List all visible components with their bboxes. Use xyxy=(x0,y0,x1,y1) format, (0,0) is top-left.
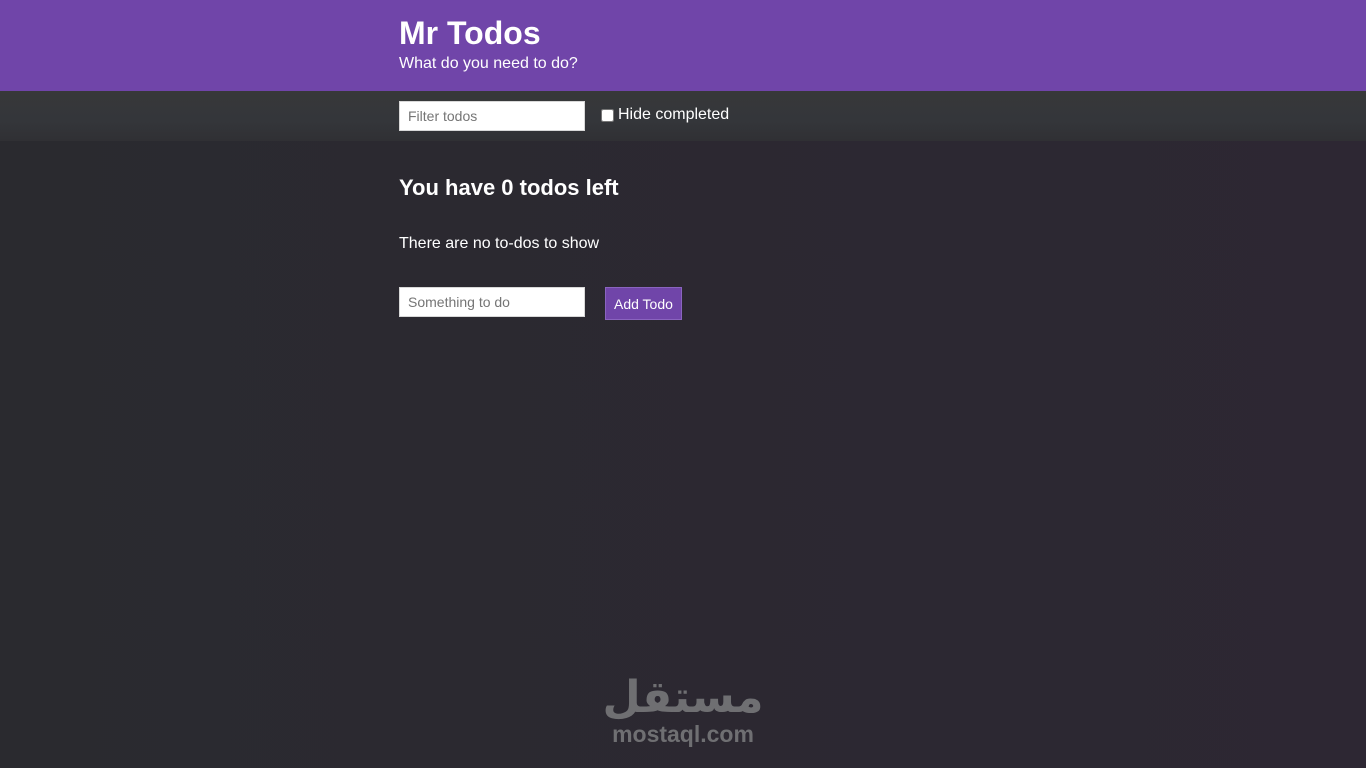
main-content: You have 0 todos left There are no to-do… xyxy=(0,175,1366,320)
hide-completed-checkbox[interactable] xyxy=(601,108,614,122)
page-subtitle: What do you need to do? xyxy=(399,55,578,72)
hide-completed-label: Hide completed xyxy=(618,106,730,123)
watermark-logo: مستقل mostaql.com xyxy=(600,672,766,746)
hide-completed-toggle[interactable]: Hide completed xyxy=(601,101,729,129)
empty-message: There are no to-dos to show xyxy=(399,235,600,252)
watermark-arabic-text: مستقل xyxy=(602,672,765,723)
watermark-site-text: mostaql.com xyxy=(612,721,754,747)
app-header: Mr Todos What do you need to do? xyxy=(0,0,1366,91)
todos-left-heading: You have 0 todos left xyxy=(399,175,619,200)
filter-bar: Hide completed xyxy=(0,91,1366,141)
new-todo-input[interactable] xyxy=(399,287,585,317)
add-todo-form: Add Todo xyxy=(399,287,1366,320)
filter-input[interactable] xyxy=(399,101,585,131)
page-title: Mr Todos xyxy=(399,15,541,51)
add-todo-button[interactable]: Add Todo xyxy=(605,287,682,320)
